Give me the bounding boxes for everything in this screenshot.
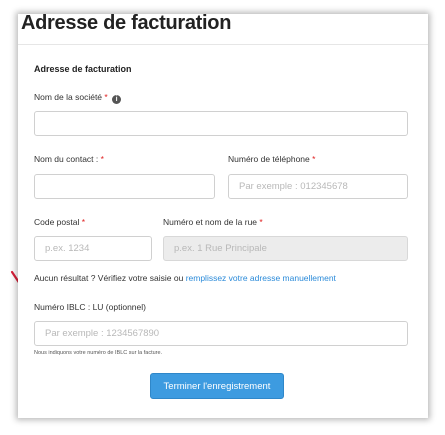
- card-header: Adresse de facturation: [18, 12, 428, 45]
- company-name-input[interactable]: [34, 111, 408, 136]
- required-mark: *: [104, 92, 108, 102]
- iblc-note: Nous indiquons votre numéro de IBLC sur …: [34, 350, 163, 356]
- postal-code-label-text: Code postal: [34, 217, 80, 227]
- billing-address-card: Adresse de facturation Adresse de factur…: [18, 12, 428, 418]
- manual-address-link[interactable]: remplissez votre adresse manuellement: [186, 273, 336, 283]
- contact-name-input[interactable]: [34, 174, 215, 199]
- phone-label: Numéro de téléphone *: [228, 154, 315, 164]
- street-input[interactable]: [163, 236, 408, 261]
- page: Adresse de facturation Adresse de factur…: [0, 0, 445, 435]
- company-label: Nom de la société * i: [34, 92, 122, 104]
- no-result-helper: Aucun résultat ? Vérifiez votre saisie o…: [34, 273, 336, 283]
- iblc-input[interactable]: [34, 321, 408, 346]
- contact-label-text: Nom du contact :: [34, 154, 99, 164]
- postal-code-label: Code postal *: [34, 217, 85, 227]
- no-result-text: Aucun résultat ? Vérifiez votre saisie o…: [34, 273, 184, 283]
- section-title: Adresse de facturation: [34, 64, 132, 74]
- street-label-text: Numéro et nom de la rue: [163, 217, 258, 227]
- required-mark: *: [81, 217, 86, 227]
- info-circle-icon[interactable]: i: [112, 95, 122, 104]
- company-label-text: Nom de la société: [34, 92, 103, 102]
- phone-label-text: Numéro de téléphone: [228, 154, 310, 164]
- required-mark: *: [312, 154, 316, 164]
- finish-registration-button[interactable]: Terminer l'enregistrement: [150, 373, 284, 399]
- iblc-label: Numéro IBLC : LU (optionnel): [34, 302, 146, 312]
- page-title: Adresse de facturation: [21, 12, 232, 34]
- phone-input[interactable]: [228, 174, 408, 199]
- contact-label: Nom du contact : *: [34, 154, 104, 164]
- postal-code-input[interactable]: [34, 236, 152, 261]
- required-mark: *: [100, 154, 104, 164]
- street-label: Numéro et nom de la rue *: [163, 217, 263, 227]
- required-mark: *: [259, 217, 263, 227]
